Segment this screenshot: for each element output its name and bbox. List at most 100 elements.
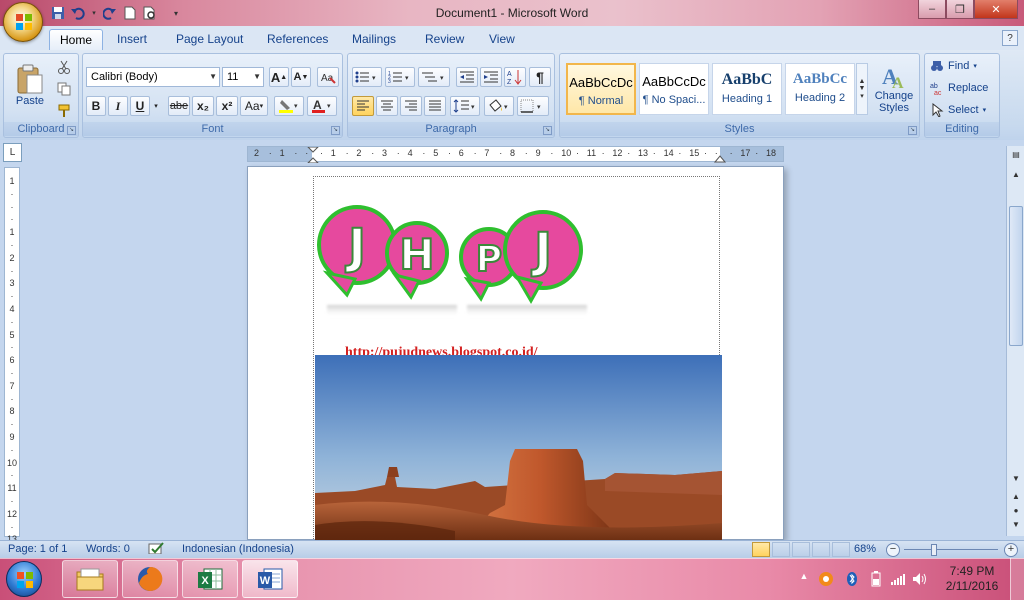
- signal-strength-icon[interactable]: [890, 571, 906, 587]
- replace-button[interactable]: ab ac Replace: [929, 78, 997, 98]
- tab-home[interactable]: Home: [49, 29, 104, 50]
- language-indicator[interactable]: Indonesian (Indonesia): [182, 543, 294, 555]
- align-left-icon[interactable]: [352, 96, 374, 116]
- scroll-down-icon[interactable]: ▼: [1009, 472, 1023, 486]
- highlight-color-button[interactable]: ▾: [274, 96, 304, 116]
- outline-view-icon[interactable]: [812, 542, 830, 557]
- align-center-icon[interactable]: [376, 96, 398, 116]
- font-dialog-launcher[interactable]: ↘: [331, 126, 340, 135]
- zoom-in-icon[interactable]: +: [1004, 543, 1018, 557]
- tab-view[interactable]: View: [479, 29, 525, 50]
- web-layout-icon[interactable]: [792, 542, 810, 557]
- help-icon[interactable]: ?: [1002, 30, 1018, 46]
- tab-stop-selector[interactable]: L: [3, 143, 22, 162]
- tab-review[interactable]: Review: [415, 29, 474, 50]
- text-box[interactable]: J H P J http://pujudnews.blogspot.co.id/: [313, 176, 722, 541]
- tab-insert[interactable]: Insert: [107, 29, 157, 50]
- change-styles-button[interactable]: AA Change Styles: [871, 58, 917, 118]
- styles-scroll[interactable]: ▲ ▼ ▾: [856, 63, 868, 115]
- format-painter-icon[interactable]: [54, 101, 74, 121]
- subscript-button[interactable]: x₂: [192, 96, 214, 116]
- zoom-level[interactable]: 68%: [854, 543, 876, 555]
- line-spacing-button[interactable]: ▾: [450, 96, 480, 116]
- more-styles-icon[interactable]: ▾: [860, 92, 864, 100]
- zoom-slider-thumb[interactable]: [931, 544, 938, 556]
- tab-references[interactable]: References: [257, 29, 338, 50]
- borders-button[interactable]: ▾: [517, 96, 549, 116]
- increase-indent-icon[interactable]: [480, 67, 502, 87]
- file-explorer-icon[interactable]: [62, 560, 118, 598]
- shrink-font-button[interactable]: A ▼: [291, 67, 311, 87]
- zoom-out-icon[interactable]: −: [886, 543, 900, 557]
- minimize-button[interactable]: –: [918, 0, 946, 19]
- chevron-up-icon[interactable]: ▲: [859, 78, 866, 85]
- superscript-button[interactable]: x²: [216, 96, 238, 116]
- multilevel-list-button[interactable]: ▾: [418, 67, 450, 87]
- page-count[interactable]: Page: 1 of 1: [8, 543, 67, 555]
- font-color-button[interactable]: A ▾: [307, 96, 337, 116]
- font-name-select[interactable]: Calibri (Body) ▼: [86, 67, 220, 87]
- numbering-button[interactable]: 1 2 3 ▾: [385, 67, 415, 87]
- system-clock[interactable]: 7:49 PM 2/11/2016: [942, 564, 1002, 594]
- chevron-down-icon[interactable]: ▼: [859, 85, 866, 92]
- show-desktop-button[interactable]: [1010, 558, 1024, 600]
- cut-icon[interactable]: [54, 57, 74, 77]
- excel-icon[interactable]: X: [182, 560, 238, 598]
- grow-font-button[interactable]: A ▲: [269, 67, 289, 87]
- firefox-icon[interactable]: [122, 560, 178, 598]
- close-button[interactable]: ✕: [974, 0, 1018, 19]
- copy-icon[interactable]: [54, 79, 74, 99]
- tab-page-layout[interactable]: Page Layout: [166, 29, 253, 50]
- print-layout-view-icon[interactable]: [752, 542, 770, 557]
- horizontal-ruler[interactable]: 2 · 1 · · · 1 · 2 · 3 · 4 · 5 · 6 · 7 · 8 · 9 · 10 · 11 · 12 · 13 · 14 · 1…: [247, 146, 784, 163]
- next-page-icon[interactable]: ▼: [1009, 518, 1023, 532]
- previous-page-icon[interactable]: ▲: [1009, 490, 1023, 504]
- start-button[interactable]: [6, 561, 42, 597]
- document-page[interactable]: J H P J http://pujudnews.blogspot.co.id/: [247, 166, 784, 541]
- show-formatting-button[interactable]: ¶: [529, 67, 551, 87]
- justify-icon[interactable]: [424, 96, 446, 116]
- style-heading-1[interactable]: AaBbC Heading 1: [712, 63, 782, 115]
- full-screen-reading-icon[interactable]: [772, 542, 790, 557]
- bold-button[interactable]: B: [86, 96, 106, 116]
- draft-view-icon[interactable]: [832, 542, 850, 557]
- underline-button[interactable]: U: [130, 96, 150, 116]
- shading-button[interactable]: ▾: [484, 96, 514, 116]
- clipboard-dialog-launcher[interactable]: ↘: [67, 126, 76, 135]
- zoom-slider[interactable]: [904, 549, 998, 550]
- scroll-up-icon[interactable]: ▲: [1009, 168, 1023, 182]
- battery-icon[interactable]: [868, 571, 884, 587]
- volume-icon[interactable]: [912, 571, 928, 587]
- decrease-indent-icon[interactable]: [456, 67, 478, 87]
- indent-marker-icon[interactable]: [307, 147, 319, 163]
- find-button[interactable]: Find ▾: [929, 56, 997, 76]
- word-icon[interactable]: W: [242, 560, 298, 598]
- clear-formatting-icon[interactable]: Aa: [317, 67, 339, 87]
- right-indent-marker-icon[interactable]: [714, 151, 726, 163]
- bluetooth-icon[interactable]: [844, 571, 860, 587]
- bullets-button[interactable]: ▾: [352, 67, 382, 87]
- style-no-spacing[interactable]: AaBbCcDc ¶ No Spaci...: [639, 63, 709, 115]
- proofing-icon[interactable]: [148, 542, 166, 554]
- paragraph-dialog-launcher[interactable]: ↘: [543, 126, 552, 135]
- style-normal[interactable]: AaBbCcDc ¶ Normal: [566, 63, 636, 115]
- avast-icon[interactable]: [818, 571, 834, 587]
- maximize-button[interactable]: ❐: [946, 0, 974, 19]
- tab-mailings[interactable]: Mailings: [342, 29, 406, 50]
- office-button[interactable]: [3, 2, 43, 42]
- italic-button[interactable]: I: [108, 96, 128, 116]
- ruler-toggle-icon[interactable]: ▤: [1009, 148, 1023, 162]
- change-case-button[interactable]: Aa ▾: [240, 96, 268, 116]
- paste-button[interactable]: Paste: [8, 58, 52, 112]
- strikethrough-button[interactable]: abe: [168, 96, 190, 116]
- vertical-scrollbar[interactable]: ▤ ▲ ▼ ▲ ● ▼: [1006, 146, 1024, 536]
- scrollbar-thumb[interactable]: [1009, 206, 1023, 346]
- show-hidden-icons[interactable]: ▲: [796, 571, 812, 587]
- align-right-icon[interactable]: [400, 96, 422, 116]
- browse-object-icon[interactable]: ●: [1009, 504, 1023, 518]
- font-size-select[interactable]: 11 ▼: [222, 67, 264, 87]
- style-heading-2[interactable]: AaBbCc Heading 2: [785, 63, 855, 115]
- styles-dialog-launcher[interactable]: ↘: [908, 126, 917, 135]
- sort-icon[interactable]: AZ: [504, 67, 526, 87]
- vertical-ruler[interactable]: 1···1·2·3·4·5·6·7·8·9·10·11·12·13·: [4, 167, 20, 557]
